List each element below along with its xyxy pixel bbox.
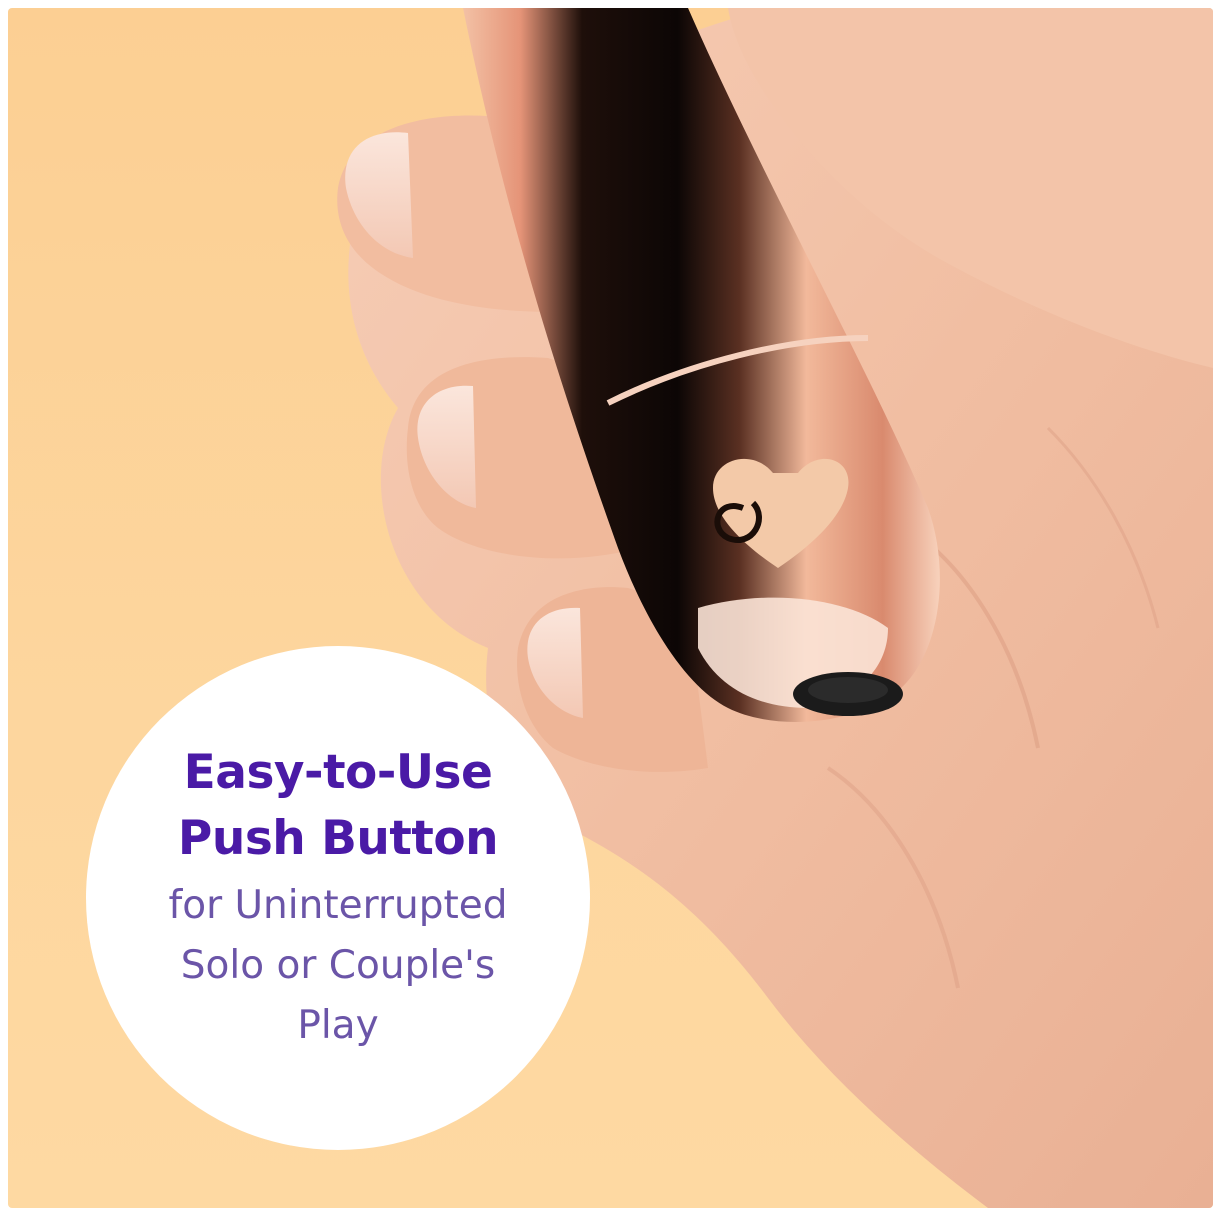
callout-subtext-line-2: Solo or Couple's	[180, 943, 496, 988]
product-image-frame: Easy-to-Use Push Button for Uninterrupte…	[8, 8, 1213, 1208]
feature-callout-circle: Easy-to-Use Push Button for Uninterrupte…	[86, 646, 590, 1150]
callout-headline-line-2: Push Button	[177, 811, 499, 866]
callout-headline-line-1: Easy-to-Use	[183, 745, 493, 800]
callout-subtext-line-3: Play	[297, 1003, 379, 1048]
callout-subtext-line-1: for Uninterrupted	[168, 883, 508, 928]
